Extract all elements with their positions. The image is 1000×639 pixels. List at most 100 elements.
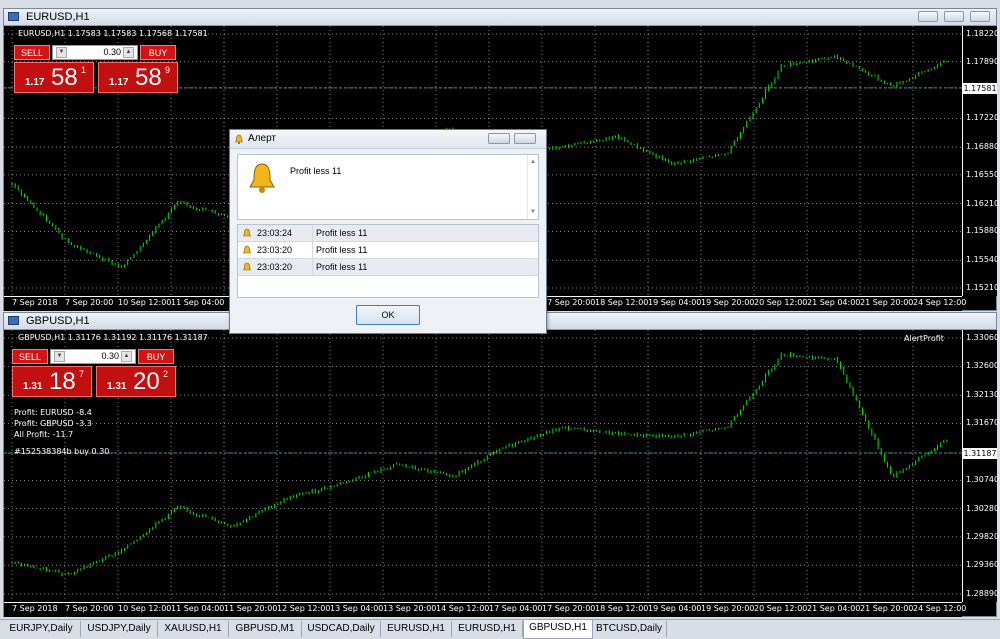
profit-gbpusd: Profit: GBPUSD -3.3 <box>14 419 92 428</box>
price-label: 1.16880 <box>966 142 1000 152</box>
chart-tab[interactable]: GBPUSD,M1 <box>229 621 302 637</box>
bell-icon <box>249 163 275 193</box>
time-label: 20 Sep 12:00 <box>754 604 808 613</box>
volume-increase-icon[interactable]: ▲ <box>123 47 134 58</box>
order-line-label[interactable]: #152538384b buy 0.30 <box>14 447 109 456</box>
time-scale[interactable]: 7 Sep 2018 7 Sep 20:00 10 Sep 12:00 11 Sep … <box>4 602 966 617</box>
chart-window-gbpusd[interactable]: GBPUSD,H1 GBPUSD,H1 1.31176 1.31192 1.31… <box>3 312 1000 617</box>
chart-tab[interactable]: GBPUSD,H1 <box>523 620 593 639</box>
price-chart[interactable]: GBPUSD,H1 1.31176 1.31192 1.31176 1.3118… <box>4 330 962 602</box>
time-label: 17 Sep 20:00 <box>542 298 596 307</box>
scroll-down-icon[interactable]: ▼ <box>530 209 536 215</box>
bell-icon <box>243 245 251 254</box>
price-label: 1.28890 <box>966 589 1000 598</box>
profit-total: All Profit: -11.7 <box>14 430 74 439</box>
bell-icon <box>243 262 251 271</box>
time-label: 7 Sep 20:00 <box>65 604 114 613</box>
volume-value: 0.30 <box>101 351 119 361</box>
window-title: EURUSD,H1 <box>26 11 90 23</box>
price-label: 1.17220 <box>966 113 1000 123</box>
time-label: 18 Sep 12:00 <box>595 604 649 613</box>
buy-price-fraction: 9 <box>165 65 171 75</box>
alert-text: Profit less 11 <box>316 245 368 255</box>
chart-tab-bar: EURJPY,Daily USDJPY,Daily XAUUSD,H1 GBPUSD,… <box>0 619 1000 639</box>
one-click-trading-panel: SELL ▼ 0.30 ▲ BUY 1.31 18 7 1.31 20 2 <box>12 349 176 399</box>
dialog-minimize-button[interactable] <box>514 133 536 144</box>
volume-input[interactable]: ▼ 0.30 ▲ <box>52 45 138 60</box>
time-label: 10 Sep 12:00 <box>118 604 172 613</box>
chart-tab[interactable]: USDCAD,Daily <box>302 621 381 637</box>
time-label: 13 Sep 20:00 <box>383 604 437 613</box>
chart-tab[interactable]: EURUSD,H1 <box>452 621 523 637</box>
price-label: 1.29360 <box>966 560 1000 570</box>
volume-decrease-icon[interactable]: ▼ <box>56 47 67 58</box>
price-label: 1.29820 <box>966 531 1000 541</box>
price-label: 1.31670 <box>966 418 1000 428</box>
time-label: 7 Sep 2018 <box>12 604 58 613</box>
price-scale[interactable]: 1.18220 1.17890 1.17581 1.17220 1.16880 1.165… <box>962 26 1000 296</box>
chart-tab[interactable]: EURUSD,H1 <box>381 621 452 637</box>
time-label: 14 Sep 12:00 <box>436 604 490 613</box>
bell-icon <box>235 134 243 144</box>
time-label: 11 Sep 04:00 <box>171 604 225 613</box>
sell-price-pips: 58 <box>51 64 78 91</box>
alert-text: Profit less 11 <box>316 228 368 238</box>
buy-price-button[interactable]: 1.17 58 9 <box>98 62 178 93</box>
volume-increase-icon[interactable]: ▲ <box>121 351 132 362</box>
message-scrollbar[interactable]: ▲ ▼ <box>527 155 538 219</box>
close-button[interactable] <box>970 11 990 22</box>
alert-history-row[interactable]: 23:03:24 Profit less 11 <box>238 225 538 242</box>
sell-button[interactable]: SELL <box>14 45 50 60</box>
sell-price-button[interactable]: 1.17 58 1 <box>14 62 94 93</box>
buy-price-major: 1.17 <box>109 77 129 88</box>
volume-decrease-icon[interactable]: ▼ <box>54 351 65 362</box>
time-label: 19 Sep 04:00 <box>648 298 702 307</box>
window-title: GBPUSD,H1 <box>26 315 90 327</box>
chart-window-icon <box>8 316 19 325</box>
alert-history-row[interactable]: 23:03:20 Profit less 11 <box>238 259 538 276</box>
time-label: 21 Sep 20:00 <box>860 298 914 307</box>
alert-time: 23:03:20 <box>257 245 293 255</box>
buy-button[interactable]: BUY <box>138 349 174 364</box>
minimize-button[interactable] <box>918 11 938 22</box>
alert-dialog[interactable]: Алерт Profit less 11 ▲ ▼ 23:03:24 Profit … <box>229 129 547 334</box>
time-label: 17 Sep 04:00 <box>489 604 543 613</box>
window-titlebar[interactable]: EURUSD,H1 <box>4 9 996 26</box>
column-separator <box>312 259 313 275</box>
chart-tab[interactable]: USDJPY,Daily <box>81 621 158 637</box>
buy-button[interactable]: BUY <box>140 45 176 60</box>
price-scale[interactable]: 1.33060 1.32600 1.32130 1.31670 1.31187 1.307… <box>962 330 1000 602</box>
expert-name: AlertProfit <box>904 334 944 343</box>
time-label: 13 Sep 04:00 <box>330 604 384 613</box>
current-price-label: 1.17581 <box>963 82 997 94</box>
price-label: 1.17890 <box>966 56 1000 66</box>
alert-message-box: Profit less 11 ▲ ▼ <box>237 154 539 220</box>
price-label: 1.32600 <box>966 361 1000 371</box>
column-separator <box>312 242 313 258</box>
dialog-title: Алерт <box>248 133 276 144</box>
sell-price-button[interactable]: 1.31 18 7 <box>12 366 92 397</box>
price-label: 1.16210 <box>966 198 1000 208</box>
time-label: 11 Sep 04:00 <box>171 298 225 307</box>
buy-price-button[interactable]: 1.31 20 2 <box>96 366 176 397</box>
volume-input[interactable]: ▼ 0.30 ▲ <box>50 349 136 364</box>
price-label: 1.33060 <box>966 333 1000 342</box>
alert-history-row[interactable]: 23:03:20 Profit less 11 <box>238 242 538 259</box>
chart-tab[interactable]: BTCUSD,Daily <box>592 621 667 637</box>
scroll-up-icon[interactable]: ▲ <box>530 159 536 165</box>
chart-tab[interactable]: XAUUSD,H1 <box>158 621 229 637</box>
price-label: 1.15880 <box>966 226 1000 236</box>
price-label: 1.18220 <box>966 29 1000 38</box>
sell-button[interactable]: SELL <box>12 349 48 364</box>
volume-value: 0.30 <box>103 47 121 57</box>
dialog-titlebar[interactable]: Алерт <box>230 130 546 149</box>
alert-time: 23:03:20 <box>257 262 293 272</box>
maximize-button[interactable] <box>944 11 964 22</box>
ok-button[interactable]: OK <box>356 305 420 325</box>
chart-tab[interactable]: EURJPY,Daily <box>2 621 81 637</box>
dialog-close-button[interactable] <box>488 133 510 144</box>
one-click-trading-panel: SELL ▼ 0.30 ▲ BUY 1.17 58 1 1.17 58 9 <box>14 45 178 95</box>
price-label: 1.32130 <box>966 390 1000 400</box>
alert-history-list[interactable]: 23:03:24 Profit less 11 23:03:20 Profit les… <box>237 224 539 298</box>
time-label: 21 Sep 20:00 <box>860 604 914 613</box>
